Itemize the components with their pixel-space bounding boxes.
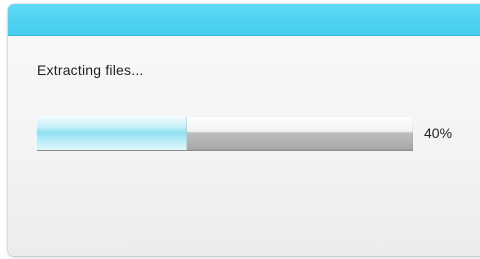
progress-percent: 40%: [424, 125, 453, 141]
progress-bar-fill: [37, 116, 188, 150]
dialog-titlebar[interactable]: [8, 4, 480, 36]
status-text: Extracting files...: [37, 62, 144, 78]
progress-dialog: Extracting files... 40%: [8, 4, 480, 256]
progress-bar: [37, 116, 413, 151]
